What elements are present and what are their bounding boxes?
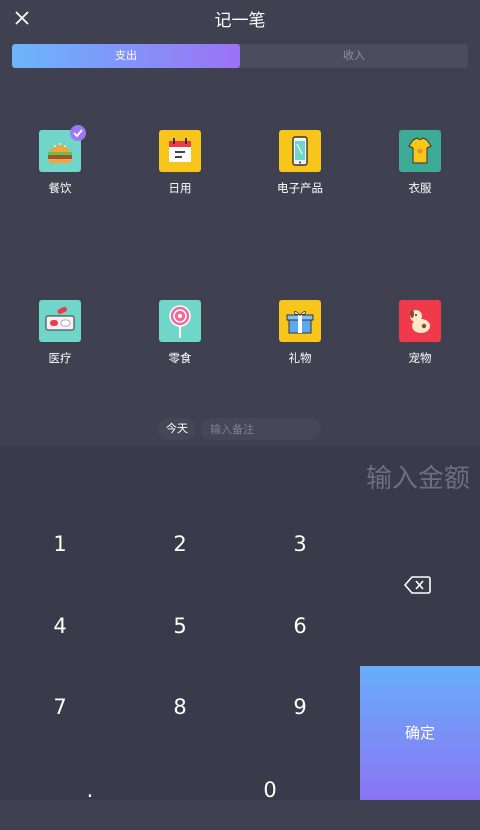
amount-display: 输入金额 [365,464,470,494]
key-0[interactable]: 0 [210,750,330,830]
burger-icon [39,125,86,172]
category-item-snacks[interactable]: 零食 [120,300,240,366]
key-7[interactable]: 7 [0,667,120,747]
category-label: 医疗 [48,351,72,365]
category-item-pet[interactable]: 宠物 [360,300,480,366]
category-label: 餐饮 [48,181,72,195]
phone-icon [279,130,321,172]
category-label: 电子产品 [277,181,323,195]
category-item-medical[interactable]: 医疗 [0,300,120,366]
header-bar: 记一笔 [0,0,480,36]
key-5[interactable]: 5 [120,586,240,666]
backspace-icon [403,576,431,594]
key-1[interactable]: 1 [0,504,120,584]
key-3[interactable]: 3 [240,504,360,584]
category-label: 日用 [168,181,192,195]
lollipop-icon [159,300,201,342]
category-item-gift[interactable]: 礼物 [240,300,360,366]
category-label: 衣服 [408,181,432,195]
key-6[interactable]: 6 [240,586,360,666]
type-tabs: 支出 收入 [12,44,468,68]
calendar-icon [159,130,201,172]
gift-icon [279,300,321,342]
key-2[interactable]: 2 [120,504,240,584]
category-item-clothes[interactable]: 衣服 [360,130,480,196]
key-9[interactable]: 9 [240,667,360,747]
tshirt-icon [399,130,441,172]
category-item-daily[interactable]: 日用 [120,130,240,196]
category-label: 零食 [168,351,192,365]
dog-icon [399,300,441,342]
category-label: 礼物 [288,351,312,365]
category-item-electronics[interactable]: 电子产品 [240,130,360,196]
category-label: 宠物 [408,351,432,365]
tab-income[interactable]: 收入 [240,44,468,68]
note-input[interactable] [201,418,321,440]
confirm-button[interactable]: 确定 [360,666,480,800]
key-4[interactable]: 4 [0,586,120,666]
pill-icon [39,300,81,342]
date-chip[interactable]: 今天 [158,418,196,440]
key-8[interactable]: 8 [120,667,240,747]
selected-check-icon [70,125,86,141]
key-dot[interactable]: . [30,750,150,830]
tab-expense[interactable]: 支出 [12,44,240,68]
page-title: 记一笔 [214,11,266,31]
backspace-button[interactable] [360,545,480,625]
category-item-dining[interactable]: 餐饮 [0,125,120,196]
